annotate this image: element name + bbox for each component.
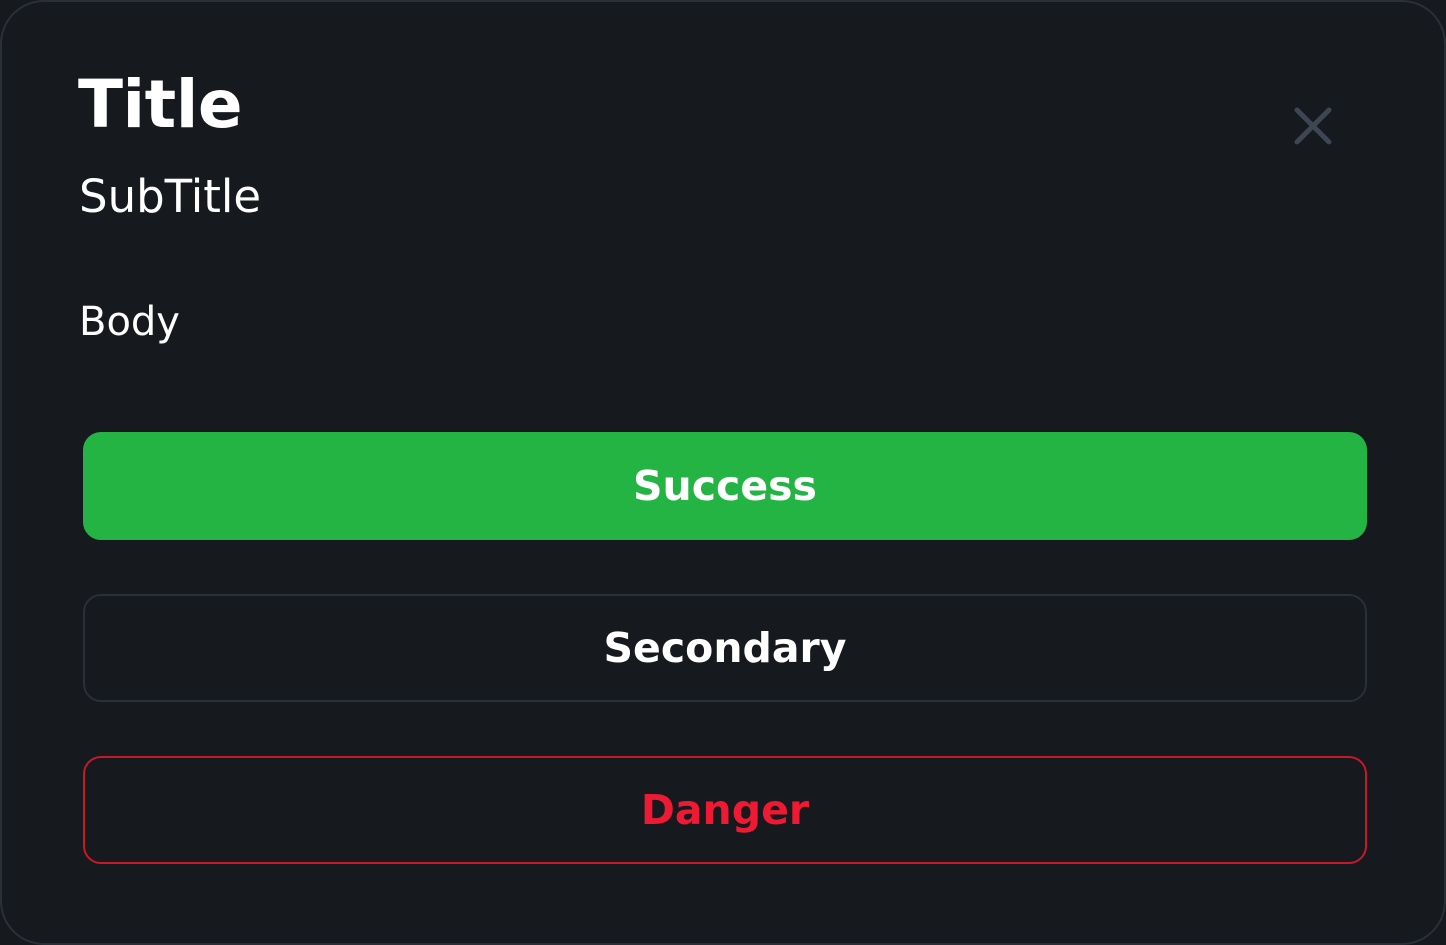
dialog-subtitle: SubTitle xyxy=(79,170,262,223)
success-button[interactable]: Success xyxy=(83,432,1367,540)
close-button[interactable] xyxy=(1285,98,1341,154)
secondary-button[interactable]: Secondary xyxy=(83,594,1367,702)
danger-button[interactable]: Danger xyxy=(83,756,1367,864)
dialog: Title SubTitle Body Success Secondary Da… xyxy=(0,0,1446,945)
close-icon xyxy=(1294,107,1332,145)
dialog-title: Title xyxy=(78,66,243,143)
dialog-body: Body xyxy=(79,299,180,345)
